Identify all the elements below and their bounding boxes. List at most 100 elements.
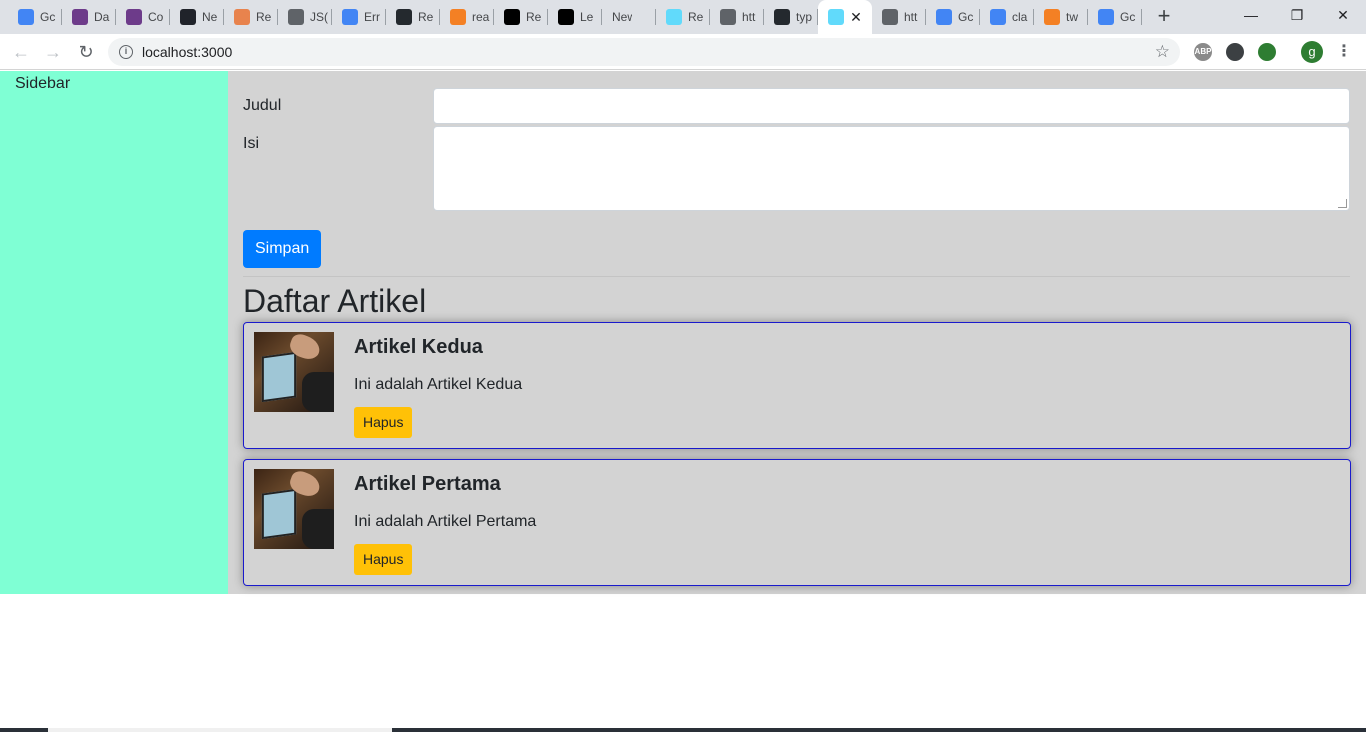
browser-tab[interactable]: cla xyxy=(980,0,1034,34)
sidebar: Sidebar xyxy=(0,71,228,594)
university-icon xyxy=(126,9,142,25)
tab-title: Co xyxy=(148,10,164,24)
browser-tab[interactable]: rea xyxy=(440,0,494,34)
browser-tab[interactable]: JS( xyxy=(278,0,332,34)
tab-title: New Ta xyxy=(612,10,632,24)
adblock-icon[interactable]: ABP xyxy=(1194,43,1212,61)
body-label: Isi xyxy=(243,135,259,152)
forward-icon[interactable]: → xyxy=(41,40,65,64)
page-viewport: Sidebar Judul Isi Simpan Daftar Artikel … xyxy=(0,71,1366,728)
react-icon xyxy=(828,9,844,25)
google-icon xyxy=(936,9,952,25)
browser-tab[interactable]: Re xyxy=(656,0,710,34)
body-textarea[interactable] xyxy=(433,126,1350,211)
title-label: Judul xyxy=(243,97,282,114)
tab-title: Le xyxy=(580,10,594,24)
article-list-heading: Daftar Artikel xyxy=(243,283,427,319)
restore-button[interactable]: ❐ xyxy=(1274,0,1320,30)
browser-tab[interactable]: Re xyxy=(386,0,440,34)
tab-title: Gc xyxy=(40,10,56,24)
tab-title: htt xyxy=(904,10,918,24)
browser-tab[interactable]: Ne xyxy=(170,0,224,34)
google-icon xyxy=(342,9,358,25)
article-body: Ini adalah Artikel Pertama xyxy=(354,513,537,530)
tab-title: cla xyxy=(1012,10,1028,24)
browser-toolbar: ← → ↻ i localhost:3000 ☆ ABP g ⋮ xyxy=(0,34,1366,70)
url-text[interactable]: localhost:3000 xyxy=(142,44,232,60)
tab-title: Re xyxy=(418,10,434,24)
tab-title: rea xyxy=(472,10,490,24)
github-icon xyxy=(396,9,412,25)
save-button[interactable]: Simpan xyxy=(243,230,322,268)
site-info-icon[interactable]: i xyxy=(119,45,133,59)
bookmark-star-icon[interactable]: ☆ xyxy=(1155,42,1170,62)
sidebar-label: Sidebar xyxy=(15,75,71,92)
address-bar[interactable]: i localhost:3000 ☆ xyxy=(108,38,1180,66)
browser-tab[interactable]: Gc xyxy=(926,0,980,34)
browser-tab[interactable]: Re xyxy=(494,0,548,34)
title-row: Judul xyxy=(243,88,1350,124)
reload-icon[interactable]: ↻ xyxy=(74,40,98,64)
delete-button[interactable]: Hapus xyxy=(354,544,413,575)
nextjs-icon xyxy=(558,9,574,25)
browser-tab[interactable]: Da xyxy=(62,0,116,34)
browser-tab[interactable]: Re xyxy=(224,0,278,34)
rainbow-icon xyxy=(234,9,250,25)
tab-title: typ xyxy=(796,10,813,24)
main-content: Judul Isi Simpan Daftar Artikel Artikel … xyxy=(228,71,1366,594)
title-input[interactable] xyxy=(433,88,1350,124)
close-window-button[interactable]: ✕ xyxy=(1320,0,1366,30)
browser-tab[interactable]: htt xyxy=(710,0,764,34)
article-body: Ini adalah Artikel Kedua xyxy=(354,376,523,393)
university-icon xyxy=(72,9,88,25)
google-icon xyxy=(990,9,1006,25)
article-thumbnail xyxy=(254,469,334,549)
article-card: Artikel Pertama Ini adalah Artikel Perta… xyxy=(243,459,1351,586)
react-icon xyxy=(666,9,682,25)
tab-title: Re xyxy=(256,10,272,24)
browser-tab[interactable]: ✕ xyxy=(818,0,872,34)
tab-title: tw xyxy=(1066,10,1078,24)
nextjs-icon xyxy=(504,9,520,25)
browser-tab[interactable]: tw xyxy=(1034,0,1088,34)
browser-tab[interactable]: Co xyxy=(116,0,170,34)
close-tab-icon[interactable]: ✕ xyxy=(848,9,864,25)
browser-tab[interactable]: Gc xyxy=(1088,0,1142,34)
tab-title: Ne xyxy=(202,10,218,24)
divider xyxy=(243,276,1350,277)
browser-tab-strip: Gc Da Co Ne Re JS( Err Re rea Re Le New Ta Re htt typ ✕… xyxy=(0,0,1366,34)
browser-tab[interactable]: Err xyxy=(332,0,386,34)
browser-tab[interactable]: Le xyxy=(548,0,602,34)
screen-capture-icon[interactable] xyxy=(1226,43,1244,61)
tab-title: htt xyxy=(742,10,756,24)
minimize-button[interactable]: — xyxy=(1228,0,1274,30)
profile-avatar[interactable]: g xyxy=(1301,41,1323,63)
tab-title: Err xyxy=(364,10,380,24)
new-tab-button[interactable]: + xyxy=(1152,5,1176,29)
stackoverflow-icon xyxy=(1044,9,1060,25)
browser-tab[interactable]: Gc xyxy=(8,0,62,34)
back-icon[interactable]: ← xyxy=(9,40,33,64)
tab-title: Re xyxy=(688,10,704,24)
tab-title: Gc xyxy=(1120,10,1136,24)
stackoverflow-icon xyxy=(450,9,466,25)
globe-extension-icon[interactable] xyxy=(1258,43,1276,61)
article-title: Artikel Pertama xyxy=(354,473,501,495)
code-icon xyxy=(288,9,304,25)
react-icon xyxy=(180,9,196,25)
browser-menu-icon[interactable]: ⋮ xyxy=(1336,41,1352,63)
delete-button[interactable]: Hapus xyxy=(354,407,413,438)
tab-title: Da xyxy=(94,10,110,24)
browser-tab[interactable]: typ xyxy=(764,0,818,34)
article-card: Artikel Kedua Ini adalah Artikel Kedua H… xyxy=(243,322,1351,449)
browser-tab[interactable]: htt xyxy=(872,0,926,34)
google-icon xyxy=(18,9,34,25)
article-title: Artikel Kedua xyxy=(354,336,483,358)
tab-title: Gc xyxy=(958,10,974,24)
tab-title: Re xyxy=(526,10,542,24)
tab-title: JS( xyxy=(310,10,328,24)
github-icon xyxy=(774,9,790,25)
code-icon xyxy=(720,9,736,25)
browser-tab[interactable]: New Ta xyxy=(602,0,656,34)
body-row: Isi xyxy=(243,126,1350,211)
